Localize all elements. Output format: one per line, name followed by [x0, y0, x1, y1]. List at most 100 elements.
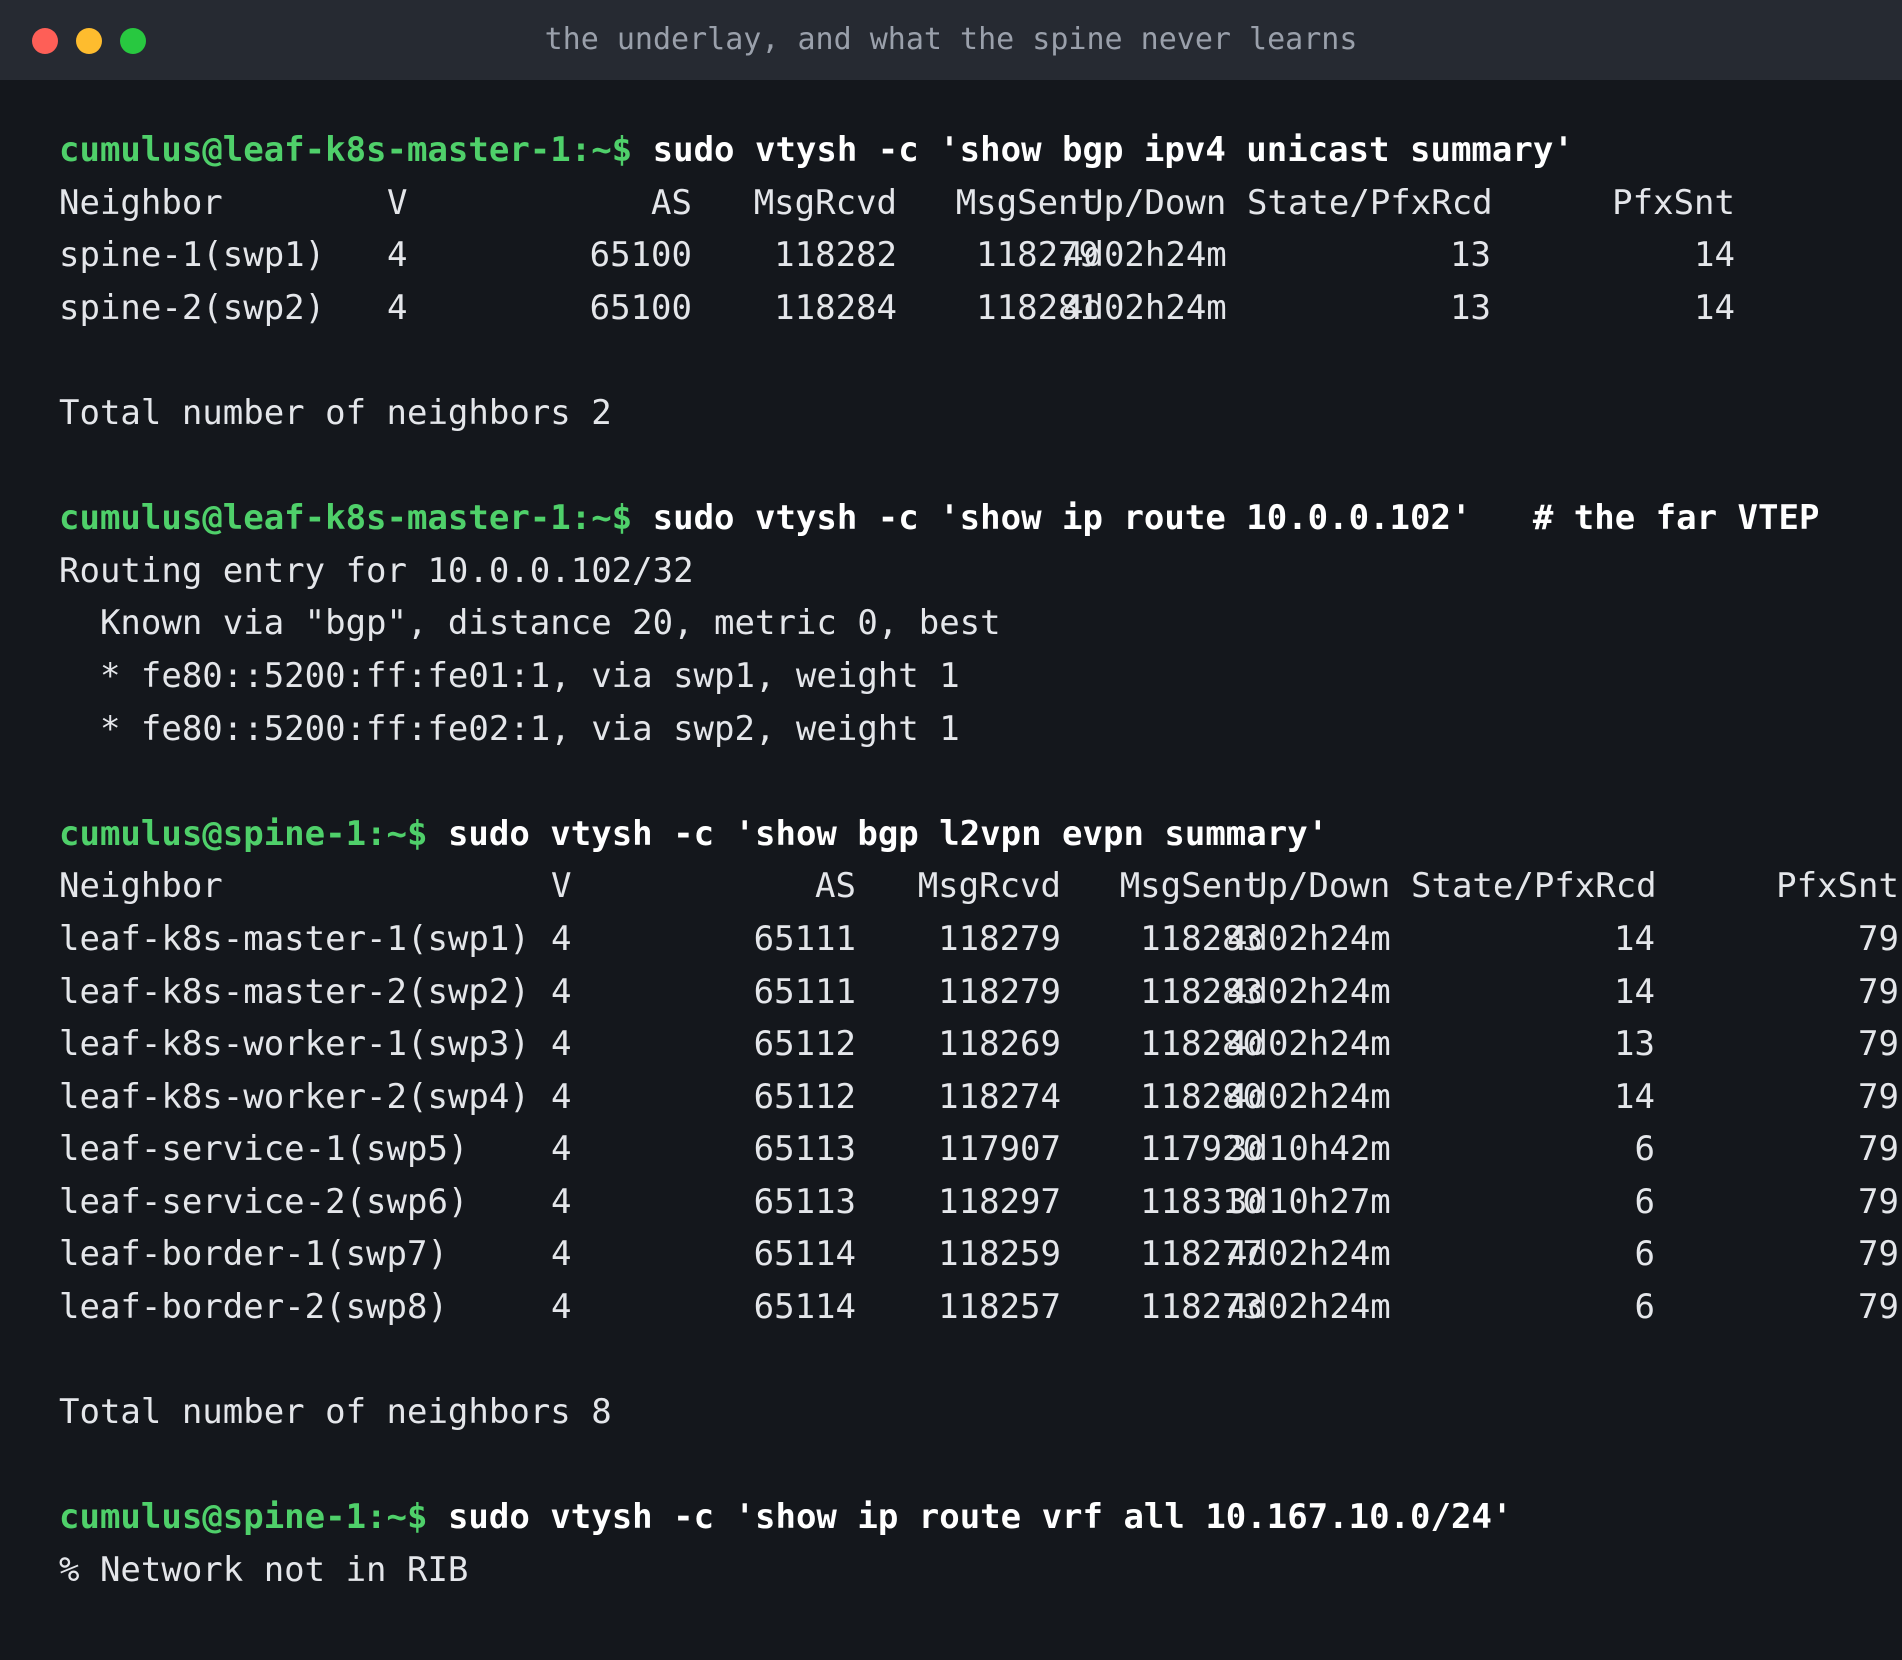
version-cell: 4: [551, 918, 572, 959]
msgrcvd-cell: 118279: [938, 918, 1061, 959]
table-row: leaf-service-2(swp6) 4 65113 118297 1183…: [59, 1176, 1899, 1229]
updown-cell: 3d10h42m: [1227, 1129, 1391, 1170]
pfxsnt-cell: 79: [1858, 1076, 1899, 1117]
shell-prompt: cumulus@spine-1:~$: [59, 813, 428, 854]
shell-prompt: cumulus@leaf-k8s-master-1:~$: [59, 130, 633, 170]
as-cell: 65100: [589, 235, 692, 276]
pfxsnt-cell: 79: [1858, 1181, 1899, 1222]
output-line: Known via "bgp", distance 20, metric 0, …: [59, 603, 1001, 644]
updown-cell: 4d02h24m: [1227, 971, 1391, 1012]
version-cell: 4: [387, 287, 408, 328]
updown-cell: 4d02h24m: [1227, 1287, 1391, 1328]
updown-cell: 4d02h24m: [1227, 1076, 1391, 1117]
as-cell: 65114: [753, 1287, 856, 1328]
column-header: State/PfxRcd: [1247, 182, 1493, 223]
table-row: leaf-border-1(swp7) 4 65114 118259 11827…: [59, 1228, 1899, 1281]
table-row: leaf-k8s-worker-1(swp3) 4 65112 118269 1…: [59, 1018, 1899, 1071]
as-cell: 65112: [753, 1024, 856, 1065]
msgrcvd-cell: 118259: [938, 1234, 1061, 1275]
pfxsnt-cell: 14: [1694, 287, 1735, 328]
column-header: Up/Down: [1247, 866, 1391, 907]
neighbor-cell: leaf-border-1(swp7): [59, 1234, 448, 1275]
pfxsnt-cell: 79: [1858, 1287, 1899, 1328]
version-cell: 4: [551, 1287, 572, 1328]
table-row: spine-2(swp2) 4 65100 118284 118281 4d02…: [59, 282, 1889, 335]
pfxrcd-cell: 13: [1450, 287, 1491, 328]
neighbor-cell: leaf-service-1(swp5): [59, 1129, 469, 1170]
as-cell: 65112: [753, 1076, 856, 1117]
msgrcvd-cell: 118257: [938, 1287, 1061, 1328]
column-header: MsgRcvd: [917, 866, 1061, 907]
msgrcvd-cell: 118297: [938, 1181, 1061, 1222]
command-text: sudo vtysh -c 'show ip route 10.0.0.102': [652, 498, 1472, 539]
as-cell: 65111: [753, 918, 856, 959]
column-header: MsgSent: [955, 182, 1099, 223]
column-header: V: [551, 866, 572, 907]
table-header: Neighbor V AS MsgRcvd MsgSent Up/Down St…: [59, 177, 1889, 230]
version-cell: 4: [551, 1024, 572, 1065]
pfxsnt-cell: 79: [1858, 1129, 1899, 1170]
pfxrcd-cell: 6: [1634, 1287, 1655, 1328]
command-line: cumulus@leaf-k8s-master-1:~$ sudo vtysh …: [59, 492, 1889, 545]
output-line: * fe80::5200:ff:fe02:1, via swp2, weight…: [59, 708, 960, 749]
terminal-window: the underlay, and what the spine never l…: [0, 0, 1902, 1660]
version-cell: 4: [551, 1181, 572, 1222]
column-header: V: [387, 182, 408, 223]
pfxsnt-cell: 14: [1694, 235, 1735, 276]
column-header: MsgSent: [1119, 866, 1263, 907]
neighbor-cell: leaf-k8s-master-2(swp2): [59, 971, 530, 1012]
table-row: leaf-k8s-master-2(swp2) 4 65111 118279 1…: [59, 966, 1899, 1019]
output-line: Routing entry for 10.0.0.102/32: [59, 550, 694, 591]
version-cell: 4: [551, 1234, 572, 1275]
version-cell: 4: [387, 235, 408, 276]
column-header: AS: [651, 182, 692, 223]
pfxsnt-cell: 79: [1858, 1024, 1899, 1065]
pfxrcd-cell: 13: [1450, 235, 1491, 276]
updown-cell: 4d02h24m: [1227, 1024, 1391, 1065]
pfxrcd-cell: 14: [1614, 1076, 1655, 1117]
summary-text: Total number of neighbors 8: [59, 1392, 612, 1433]
pfxsnt-cell: 79: [1858, 1234, 1899, 1275]
column-header: PfxSnt: [1612, 182, 1735, 223]
pfxrcd-cell: 14: [1614, 971, 1655, 1012]
table-row: leaf-service-1(swp5) 4 65113 117907 1179…: [59, 1123, 1899, 1176]
pfxsnt-cell: 79: [1858, 918, 1899, 959]
neighbor-cell: leaf-service-2(swp6): [59, 1181, 469, 1222]
command-line: cumulus@spine-1:~$ sudo vtysh -c 'show i…: [59, 1491, 1889, 1544]
column-header: PfxSnt: [1776, 866, 1899, 907]
column-header: Up/Down: [1083, 182, 1227, 223]
table-row: spine-1(swp1) 4 65100 118282 118279 4d02…: [59, 229, 1889, 282]
neighbor-cell: leaf-k8s-master-1(swp1): [59, 918, 530, 959]
terminal-output[interactable]: cumulus@leaf-k8s-master-1:~$ sudo vtysh …: [59, 124, 1899, 1597]
column-header: Neighbor: [59, 866, 223, 907]
neighbor-cell: spine-1(swp1): [59, 235, 326, 276]
neighbor-cell: leaf-border-2(swp8): [59, 1287, 448, 1328]
updown-cell: 4d02h24m: [1063, 287, 1227, 328]
column-header: State/PfxRcd: [1411, 866, 1657, 907]
msgrcvd-cell: 118284: [774, 287, 897, 328]
version-cell: 4: [551, 1129, 572, 1170]
command-line: cumulus@spine-1:~$ sudo vtysh -c 'show b…: [59, 808, 1889, 861]
updown-cell: 4d02h24m: [1063, 235, 1227, 276]
updown-cell: 4d02h24m: [1227, 918, 1391, 959]
msgrcvd-cell: 118269: [938, 1024, 1061, 1065]
title-bar: the underlay, and what the spine never l…: [0, 0, 1902, 80]
column-header: Neighbor: [59, 182, 223, 223]
output-line: % Network not in RIB: [59, 1550, 469, 1591]
as-cell: 65114: [753, 1234, 856, 1275]
updown-cell: 3d10h27m: [1227, 1181, 1391, 1222]
version-cell: 4: [551, 1076, 572, 1117]
table-row: leaf-border-2(swp8) 4 65114 118257 11827…: [59, 1281, 1899, 1334]
command-comment: # the far VTEP: [1532, 498, 1820, 539]
as-cell: 65100: [589, 287, 692, 328]
msgrcvd-cell: 117907: [938, 1129, 1061, 1170]
msgrcvd-cell: 118279: [938, 971, 1061, 1012]
table-row: leaf-k8s-worker-2(swp4) 4 65112 118274 1…: [59, 1071, 1899, 1124]
command-line: cumulus@leaf-k8s-master-1:~$ sudo vtysh …: [59, 124, 1889, 177]
command-text: sudo vtysh -c 'show bgp ipv4 unicast sum…: [652, 130, 1574, 170]
as-cell: 65113: [753, 1181, 856, 1222]
pfxrcd-cell: 6: [1634, 1129, 1655, 1170]
pfxrcd-cell: 6: [1634, 1181, 1655, 1222]
msgrcvd-cell: 118274: [938, 1076, 1061, 1117]
command-text: sudo vtysh -c 'show ip route vrf all 10.…: [447, 1497, 1513, 1538]
